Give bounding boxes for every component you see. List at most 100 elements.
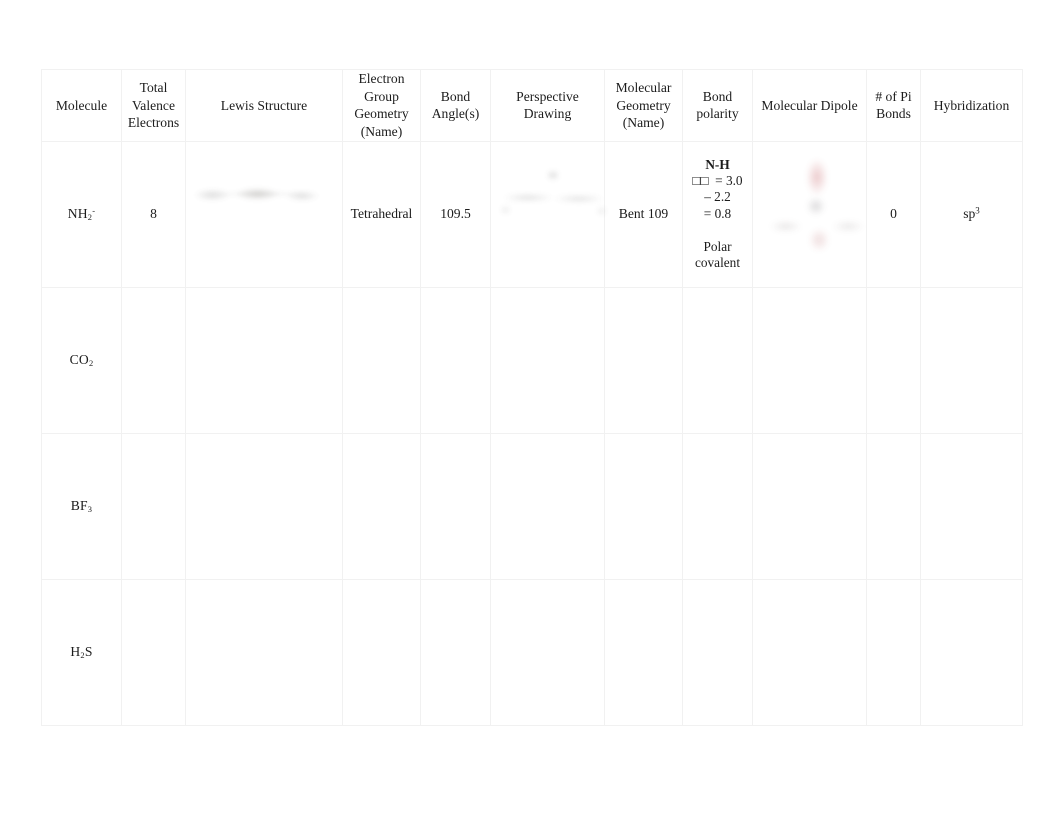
header-line: Bond — [440, 88, 471, 104]
cell-perspective-drawing[interactable] — [490, 432, 605, 580]
cell-molecular-dipole[interactable] — [752, 286, 867, 434]
header-line: Molecular — [615, 79, 672, 95]
polarity-classification-line2: covalent — [694, 255, 741, 271]
cell-number-of-pi-bonds[interactable] — [866, 578, 921, 726]
header-line: Molecular Dipole — [761, 97, 858, 113]
molecule-formula-base: BF — [70, 498, 88, 514]
molecule-formula-charge: - — [92, 206, 96, 217]
cell-bond-angles[interactable]: 109.5 — [420, 140, 491, 288]
value-molecular-geometry: Bent 109 — [618, 206, 669, 222]
molecule-formula-base: H — [70, 644, 81, 660]
column-header-hybridization: Hybridization — [920, 69, 1023, 142]
cell-molecular-geometry[interactable] — [604, 432, 683, 580]
header-line: polarity — [696, 106, 739, 122]
cell-perspective-drawing[interactable] — [490, 578, 605, 726]
header-line: # of Pi — [875, 88, 912, 104]
molecule-formula-base: CO — [69, 352, 89, 368]
cell-bond-angles[interactable] — [420, 578, 491, 726]
column-header-bond-angles: Bond Angle(s) — [420, 69, 491, 142]
value-number-of-pi-bonds: 0 — [890, 206, 897, 222]
header-line: Electrons — [127, 115, 180, 131]
table-header-row: Molecule Total Valence Electrons Lewis S… — [41, 69, 1023, 142]
cell-number-of-pi-bonds[interactable] — [866, 432, 921, 580]
cell-total-valence-electrons[interactable] — [121, 286, 186, 434]
cell-hybridization[interactable] — [920, 432, 1023, 580]
header-line: Molecule — [55, 97, 108, 113]
cell-molecular-geometry[interactable] — [604, 578, 683, 726]
cell-bond-polarity[interactable] — [682, 578, 753, 726]
lewis-structure-drawing-icon — [194, 169, 326, 218]
cell-electron-group-geometry[interactable] — [342, 578, 421, 726]
header-line: Hybridization — [933, 97, 1010, 113]
bent-molecule-drawing-icon — [499, 163, 607, 220]
polarity-classification-line1: Polar — [703, 238, 732, 254]
cell-lewis-structure[interactable] — [185, 578, 343, 726]
cell-bond-angles[interactable] — [420, 286, 491, 434]
cell-electron-group-geometry[interactable]: Tetrahedral — [342, 140, 421, 288]
cell-total-valence-electrons[interactable]: 8 — [121, 140, 186, 288]
column-header-number-of-pi-bonds: # of Pi Bonds — [866, 69, 921, 142]
perspective-drawing-sketch — [491, 142, 607, 287]
cell-total-valence-electrons[interactable] — [121, 432, 186, 580]
polarity-electronegativity-2: – 2.2 — [704, 189, 731, 205]
table-row: CO2 — [41, 286, 1023, 434]
cell-bond-angles[interactable] — [420, 432, 491, 580]
table-row: BF3 — [41, 432, 1023, 580]
cell-molecular-geometry[interactable] — [604, 286, 683, 434]
table-row: NH2- 8 Tetrahedral 109.5 Bent 109 N-H □□… — [41, 140, 1023, 288]
cell-hybridization[interactable]: sp3 — [920, 140, 1023, 288]
lewis-structure-sketch — [186, 142, 342, 287]
header-line: Valence — [131, 97, 176, 113]
header-line: Perspective — [516, 88, 579, 104]
cell-molecule[interactable]: NH2- — [41, 140, 122, 288]
cell-bond-polarity[interactable] — [682, 286, 753, 434]
polarity-electronegativity-1: □□ = 3.0 — [692, 173, 743, 189]
column-header-perspective-drawing: Perspective Drawing — [490, 69, 605, 142]
cell-lewis-structure[interactable] — [185, 286, 343, 434]
cell-molecular-dipole[interactable] — [752, 140, 869, 288]
header-line: (Name) — [360, 124, 403, 140]
cell-bond-polarity[interactable]: N-H □□ = 3.0 – 2.2 = 0.8 Polar covalent — [682, 140, 753, 288]
header-line: Drawing — [523, 106, 572, 122]
cell-number-of-pi-bonds[interactable] — [866, 286, 921, 434]
header-line: Bond — [702, 88, 733, 104]
cell-lewis-structure[interactable] — [185, 140, 343, 288]
cell-total-valence-electrons[interactable] — [121, 578, 186, 726]
column-header-molecular-dipole: Molecular Dipole — [752, 69, 867, 142]
cell-molecular-geometry[interactable]: Bent 109 — [604, 140, 683, 288]
column-header-electron-group-geometry: Electron Group Geometry (Name) — [342, 69, 421, 142]
header-line: Lewis Structure — [220, 97, 308, 113]
column-header-total-valence-electrons: Total Valence Electrons — [121, 69, 186, 142]
cell-molecular-dipole[interactable] — [752, 432, 867, 580]
cell-electron-group-geometry[interactable] — [342, 286, 421, 434]
polarity-bond-label: N-H — [705, 157, 730, 173]
header-line: Bonds — [876, 106, 911, 122]
cell-molecule[interactable]: BF3 — [41, 432, 122, 580]
worksheet-page: Molecule Total Valence Electrons Lewis S… — [0, 0, 1062, 822]
header-line: Electron — [358, 71, 405, 86]
header-line: (Name) — [622, 115, 665, 131]
cell-hybridization[interactable] — [920, 286, 1023, 434]
bond-polarity-calculation: N-H □□ = 3.0 – 2.2 = 0.8 Polar covalent — [683, 157, 752, 271]
header-line: Total — [139, 79, 168, 95]
value-hybridization-base: sp — [963, 206, 976, 222]
cell-perspective-drawing[interactable] — [490, 286, 605, 434]
header-line: Geometry — [354, 106, 409, 122]
polarity-spacer — [683, 222, 752, 239]
molecule-formula-base: NH — [67, 206, 88, 222]
vsepr-worksheet-table: Molecule Total Valence Electrons Lewis S… — [41, 69, 1023, 726]
cell-lewis-structure[interactable] — [185, 432, 343, 580]
molecule-formula-suffix: S — [84, 644, 93, 660]
cell-molecule[interactable]: CO2 — [41, 286, 122, 434]
cell-bond-polarity[interactable] — [682, 432, 753, 580]
header-line: Angle(s) — [431, 106, 480, 122]
value-total-valence-electrons: 8 — [150, 206, 157, 222]
cell-number-of-pi-bonds[interactable]: 0 — [866, 140, 921, 288]
cell-hybridization[interactable] — [920, 578, 1023, 726]
cell-perspective-drawing[interactable] — [490, 140, 607, 288]
cell-molecular-dipole[interactable] — [752, 578, 867, 726]
column-header-molecule: Molecule — [41, 69, 122, 142]
header-line: Geometry — [616, 97, 671, 113]
cell-molecule[interactable]: H2S — [41, 578, 122, 726]
cell-electron-group-geometry[interactable] — [342, 432, 421, 580]
